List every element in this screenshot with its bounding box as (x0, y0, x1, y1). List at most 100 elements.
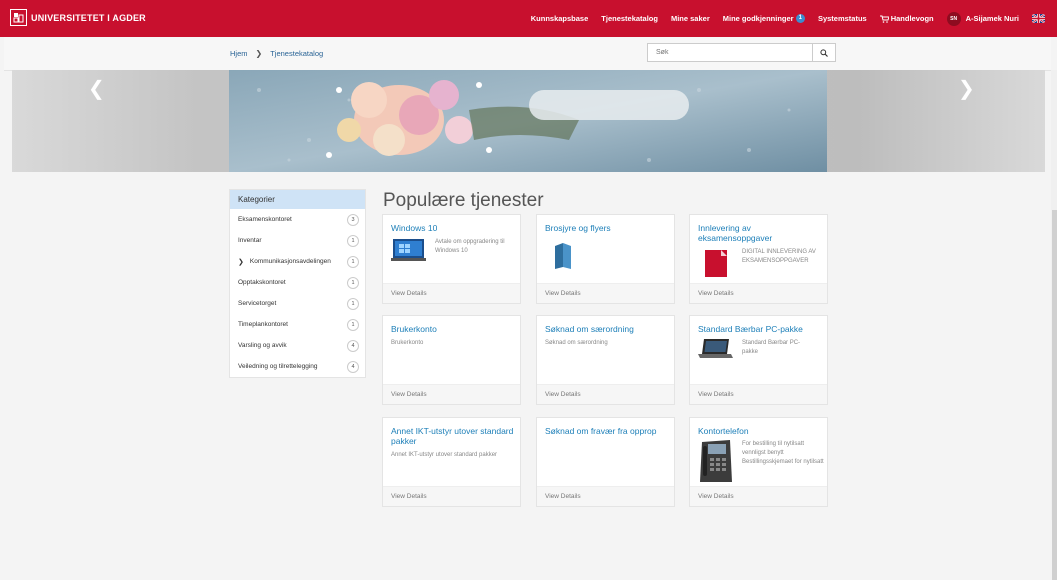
sidebar-item-label: Veiledning og tilrettelegging (238, 363, 318, 370)
card-title[interactable]: Standard Bærbar PC-pakke (698, 324, 823, 334)
carousel-prev-icon[interactable]: ❮ (88, 76, 105, 101)
logo-icon (10, 9, 27, 26)
category-count-badge: 1 (347, 297, 359, 310)
sidebar-item-timetable[interactable]: Timeplankontoret 1 (230, 314, 365, 335)
categories-sidebar: Kategorier Eksamenskontoret 3 Inventar 1… (229, 189, 366, 378)
breadcrumb-bar: Hjem ❯ Tjenestekatalog (4, 37, 1051, 71)
nav-my-approvals-label: Mine godkjenninger (722, 14, 794, 23)
brochure-icon (555, 243, 571, 269)
sidebar-item-label: Kommunikasjonsavdelingen (249, 258, 331, 265)
language-toggle[interactable] (1032, 14, 1045, 23)
category-count-badge: 1 (347, 234, 359, 247)
category-count-badge: 4 (347, 339, 359, 352)
view-details-link[interactable]: View Details (537, 486, 674, 506)
approvals-count-badge: 1 (795, 14, 805, 23)
sidebar-item-service-desk[interactable]: Servicetorget 1 (230, 293, 365, 314)
card-title[interactable]: Innlevering av eksamensoppgaver (698, 223, 823, 243)
view-details-link[interactable]: View Details (690, 486, 827, 506)
view-details-link[interactable]: View Details (383, 283, 520, 303)
card-title[interactable]: Kontortelefon (698, 426, 823, 436)
card-title[interactable]: Annet IKT-utstyr utover standard pakker (391, 426, 516, 446)
sidebar-item-label: Servicetorget (238, 300, 277, 307)
page-scrollbar[interactable] (1051, 70, 1057, 580)
nav-system-status[interactable]: Systemstatus (818, 14, 867, 23)
card-description: Annet IKT-utstyr utover standard pakker (391, 452, 498, 458)
avatar: SN (946, 11, 961, 26)
logo-text: UNIVERSITETET I AGDER (31, 12, 146, 23)
categories-title: Kategorier (230, 190, 365, 209)
laptop-icon (698, 339, 733, 358)
sidebar-item-exam-office[interactable]: Eksamenskontoret 3 (230, 209, 365, 230)
service-card-absence[interactable]: Søknad om fravær fra opprop View Details (536, 417, 675, 507)
card-title[interactable]: Søknad om fravær fra opprop (545, 426, 670, 436)
university-logo[interactable]: UNIVERSITETET I AGDER (10, 9, 146, 26)
banner-carousel: ❮ ❯ (12, 70, 1045, 172)
card-title[interactable]: Brosjyre og flyers (545, 223, 670, 233)
service-card-windows-10[interactable]: Windows 10 Avtale om oppgradering til Wi… (382, 214, 521, 304)
nav-my-cases[interactable]: Mine saker (671, 14, 710, 23)
view-details-link[interactable]: View Details (690, 384, 827, 404)
nav-service-catalog[interactable]: Tjenestekatalog (601, 14, 658, 23)
search-button[interactable] (812, 44, 835, 61)
service-card-user-account[interactable]: Brukerkonto Brukerkonto View Details (382, 315, 521, 405)
service-card-brochure[interactable]: Brosjyre og flyers View Details (536, 214, 675, 304)
service-card-laptop-package[interactable]: Standard Bærbar PC-pakke Standard Bærbar… (689, 315, 828, 405)
view-details-link[interactable]: View Details (690, 283, 827, 303)
sidebar-item-label: Eksamenskontoret (238, 216, 292, 223)
uk-flag-icon (1032, 14, 1045, 23)
banner-image (229, 70, 827, 172)
view-details-link[interactable]: View Details (537, 283, 674, 303)
card-title[interactable]: Windows 10 (391, 223, 516, 233)
category-count-badge: 1 (347, 276, 359, 289)
nav-my-approvals[interactable]: Mine godkjenninger 1 (723, 14, 805, 23)
card-description: Standard Bærbar PC-pakke (742, 340, 801, 355)
sidebar-item-communications[interactable]: ❯ Kommunikasjonsavdelingen 1 (230, 251, 365, 272)
card-description: Brukerkonto (391, 340, 424, 346)
user-menu[interactable]: SN A-Sijamek Nuri (946, 11, 1019, 26)
nav-cart-label: Handlevogn (890, 14, 934, 23)
desk-phone-icon (700, 440, 732, 482)
search-input[interactable] (648, 44, 812, 61)
card-description: Avtale om oppgradering til Windows 10 (435, 239, 505, 254)
nav-knowledge-base[interactable]: Kunnskapsbase (531, 14, 589, 23)
category-count-badge: 1 (347, 255, 359, 268)
exam-document-icon (705, 250, 727, 277)
chevron-right-icon: ❯ (255, 49, 263, 58)
sidebar-item-label: Inventar (238, 237, 262, 244)
service-card-special-arrangement[interactable]: Søknad om særordning Søknad om særordnin… (536, 315, 675, 405)
carousel-next-icon[interactable]: ❯ (958, 76, 975, 101)
category-count-badge: 1 (347, 318, 359, 331)
card-description: Søknad om særordning (545, 340, 608, 346)
nav-cart[interactable]: Handlevogn (879, 14, 934, 23)
sidebar-item-reporting[interactable]: Varsling og avvik 4 (230, 335, 365, 356)
category-count-badge: 4 (347, 360, 359, 373)
user-name: A-Sijamek Nuri (965, 14, 1019, 23)
sidebar-item-label: Varsling og avvik (238, 342, 287, 349)
sidebar-item-guidance[interactable]: Veiledning og tilrettelegging 4 (230, 356, 365, 377)
search-icon (820, 48, 828, 57)
sidebar-item-label: Timeplankontoret (238, 321, 288, 328)
breadcrumb-current[interactable]: Tjenestekatalog (270, 49, 323, 58)
chevron-right-icon[interactable]: ❯ (238, 258, 244, 266)
windows-laptop-icon (391, 239, 426, 261)
sidebar-item-inventory[interactable]: Inventar 1 (230, 230, 365, 251)
sidebar-item-communications-name: ❯ Kommunikasjonsavdelingen (238, 258, 331, 266)
view-details-link[interactable]: View Details (383, 486, 520, 506)
card-description: For bestilling til nytilsatt vennligst b… (742, 441, 824, 465)
card-title[interactable]: Søknad om særordning (545, 324, 670, 334)
service-card-exam-submission[interactable]: Innlevering av eksamensoppgaver DIGITAL … (689, 214, 828, 304)
breadcrumb-home[interactable]: Hjem (230, 49, 248, 58)
view-details-link[interactable]: View Details (383, 384, 520, 404)
category-count-badge: 3 (347, 213, 359, 226)
view-details-link[interactable]: View Details (537, 384, 674, 404)
page-title: Populære tjenester (383, 190, 544, 211)
card-description: DIGITAL INNLEVERING AV EKSAMENSOPPGAVER (742, 249, 816, 264)
main-nav: Kunnskapsbase Tjenestekatalog Mine saker… (518, 0, 1045, 37)
service-card-office-phone[interactable]: Kontortelefon For bestilling til nytilsa… (689, 417, 828, 507)
service-card-other-ict[interactable]: Annet IKT-utstyr utover standard pakker … (382, 417, 521, 507)
card-title[interactable]: Brukerkonto (391, 324, 516, 334)
sidebar-item-admissions[interactable]: Opptakskontoret 1 (230, 272, 365, 293)
scrollbar-thumb[interactable] (1052, 210, 1057, 580)
top-navigation-bar: UNIVERSITETET I AGDER Kunnskapsbase Tjen… (0, 0, 1057, 37)
breadcrumb: Hjem ❯ Tjenestekatalog (230, 49, 323, 58)
